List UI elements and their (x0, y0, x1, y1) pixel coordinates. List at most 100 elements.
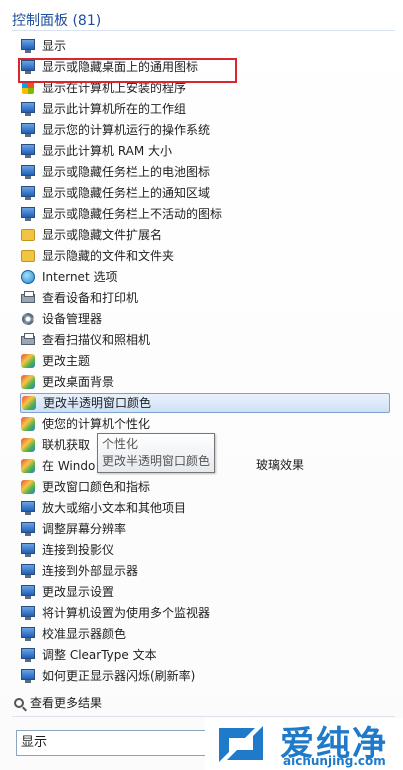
search-icon (14, 697, 24, 708)
tooltip: 个性化 更改半透明窗口颜色 (97, 433, 215, 473)
list-item-label: 显示或隐藏文件扩展名 (42, 228, 163, 242)
list-item[interactable]: 更改窗口颜色和指标 (20, 477, 150, 497)
taskbar-icon (20, 206, 36, 222)
list-item[interactable]: 显示 (20, 36, 66, 56)
list-item-label: 放大或缩小文本和其他项目 (42, 501, 187, 515)
list-item-label: 显示或隐藏任务栏上的电池图标 (42, 165, 211, 179)
monitor-icon (20, 521, 36, 537)
list-item[interactable]: 显示此计算机所在的工作组 (20, 99, 186, 119)
list-item-label: 连接到投影仪 (42, 543, 115, 557)
monitor-icon (20, 38, 36, 54)
list-item-label: 查看扫描仪和照相机 (42, 333, 151, 347)
monitor-icon (20, 605, 36, 621)
personalize-icon (20, 479, 36, 495)
list-item[interactable]: 调整 ClearType 文本 (20, 645, 157, 665)
list-item[interactable]: 如何更正显示器闪烁(刷新率) (20, 666, 195, 686)
list-item-label: 显示或隐藏任务栏上不活动的图标 (42, 207, 223, 221)
list-item[interactable]: 更改桌面背景 (20, 372, 114, 392)
monitor-icon (20, 500, 36, 516)
monitor-icon (20, 143, 36, 159)
list-item-label: 更改窗口颜色和指标 (42, 480, 151, 494)
list-item-label: 显示此计算机 RAM 大小 (42, 144, 173, 158)
personalize-icon (20, 353, 36, 369)
list-item-label: 更改半透明窗口颜色 (43, 396, 152, 410)
monitor-icon (20, 626, 36, 642)
list-item[interactable]: 查看设备和打印机 (20, 288, 138, 308)
list-item[interactable]: 调整屏幕分辨率 (20, 519, 126, 539)
watermark-url: aichunjing.com (283, 754, 386, 768)
tooltip-title: 个性化 (102, 437, 139, 451)
taskbar-icon (20, 164, 36, 180)
list-item-label: 联机获取 (42, 438, 91, 452)
list-item[interactable]: 校准显示器颜色 (20, 624, 126, 644)
list-item-label: 显示此计算机所在的工作组 (42, 102, 187, 116)
monitor-icon (20, 668, 36, 684)
list-item[interactable]: 设备管理器 (20, 309, 102, 329)
personalize-icon (20, 374, 36, 390)
tooltip-description: 更改半透明窗口颜色 (102, 454, 211, 468)
watermark-logo-icon (219, 726, 263, 762)
list-item[interactable]: 在 Windo (20, 456, 95, 476)
list-item[interactable]: 将计算机设置为使用多个监视器 (20, 603, 210, 623)
list-item[interactable]: 放大或缩小文本和其他项目 (20, 498, 186, 518)
see-more-results-link[interactable]: 查看更多结果 (14, 694, 102, 711)
personalize-icon (21, 395, 37, 411)
list-item-label: 显示或隐藏任务栏上的通知区域 (42, 186, 211, 200)
list-item-label: 如何更正显示器闪烁(刷新率) (42, 669, 196, 683)
monitor-icon (20, 122, 36, 138)
start-menu-search-panel: 控制面板 (81) 显示 显示或隐藏桌面上的通用图标 显示在计算机上安装的程序 显示此… (0, 0, 403, 770)
list-item-label: 校准显示器颜色 (42, 627, 127, 641)
list-item[interactable]: Internet 选项 (20, 267, 117, 287)
list-item[interactable]: 显示隐藏的文件和文件夹 (20, 246, 174, 266)
list-item[interactable]: 连接到投影仪 (20, 540, 114, 560)
list-item[interactable]: 显示或隐藏文件扩展名 (20, 225, 162, 245)
list-item-label-suffix: 玻璃效果 (256, 458, 305, 472)
folder-icon (20, 227, 36, 243)
printer-icon (20, 290, 36, 306)
list-item-label: 显示 (42, 39, 67, 53)
printer-icon (20, 332, 36, 348)
list-item-label: 显示您的计算机运行的操作系统 (42, 123, 211, 137)
personalize-icon (20, 437, 36, 453)
list-item[interactable]: 更改显示设置 (20, 582, 114, 602)
taskbar-icon (20, 185, 36, 201)
see-more-results-label: 查看更多结果 (30, 696, 103, 710)
gear-icon (20, 311, 36, 327)
list-item[interactable]: 显示此计算机 RAM 大小 (20, 141, 172, 161)
list-item-label: 更改显示设置 (42, 585, 115, 599)
list-item-label: 将计算机设置为使用多个监视器 (42, 606, 211, 620)
list-item-label: 设备管理器 (42, 312, 103, 326)
list-item[interactable]: 显示您的计算机运行的操作系统 (20, 120, 210, 140)
list-item-label: 调整屏幕分辨率 (42, 522, 127, 536)
list-item-label: 更改桌面背景 (42, 375, 115, 389)
list-item[interactable]: 使您的计算机个性化 (20, 414, 150, 434)
list-item[interactable]: 联机获取 (20, 435, 90, 455)
monitor-icon (20, 101, 36, 117)
list-item[interactable]: 查看扫描仪和照相机 (20, 330, 150, 350)
list-item-label: 调整 ClearType 文本 (42, 648, 157, 662)
list-item[interactable]: 更改半透明窗口颜色 (20, 393, 390, 413)
highlight-box (18, 58, 237, 83)
monitor-icon (20, 584, 36, 600)
list-item[interactable]: 更改主题 (20, 351, 90, 371)
personalize-icon (20, 458, 36, 474)
list-item[interactable]: 连接到外部显示器 (20, 561, 138, 581)
watermark: 爱纯净 aichunjing.com (205, 718, 403, 770)
category-header[interactable]: 控制面板 (81) (12, 10, 101, 30)
search-input[interactable]: 显示 (16, 730, 208, 756)
list-item-label: 更改主题 (42, 354, 91, 368)
list-item-label: 查看设备和打印机 (42, 291, 139, 305)
monitor-icon (20, 647, 36, 663)
header-divider (12, 30, 395, 31)
folder-icon (20, 248, 36, 264)
personalize-icon (20, 416, 36, 432)
list-item-label: 显示隐藏的文件和文件夹 (42, 249, 175, 263)
list-item-label: 连接到外部显示器 (42, 564, 139, 578)
list-item[interactable]: 显示或隐藏任务栏上的电池图标 (20, 162, 210, 182)
list-item[interactable]: 显示或隐藏任务栏上不活动的图标 (20, 204, 222, 224)
list-item[interactable]: 显示或隐藏任务栏上的通知区域 (20, 183, 210, 203)
list-item-label: Internet 选项 (42, 270, 118, 284)
list-item-label: 使您的计算机个性化 (42, 417, 151, 431)
monitor-icon (20, 542, 36, 558)
list-item-label: 在 Windo (42, 459, 96, 473)
